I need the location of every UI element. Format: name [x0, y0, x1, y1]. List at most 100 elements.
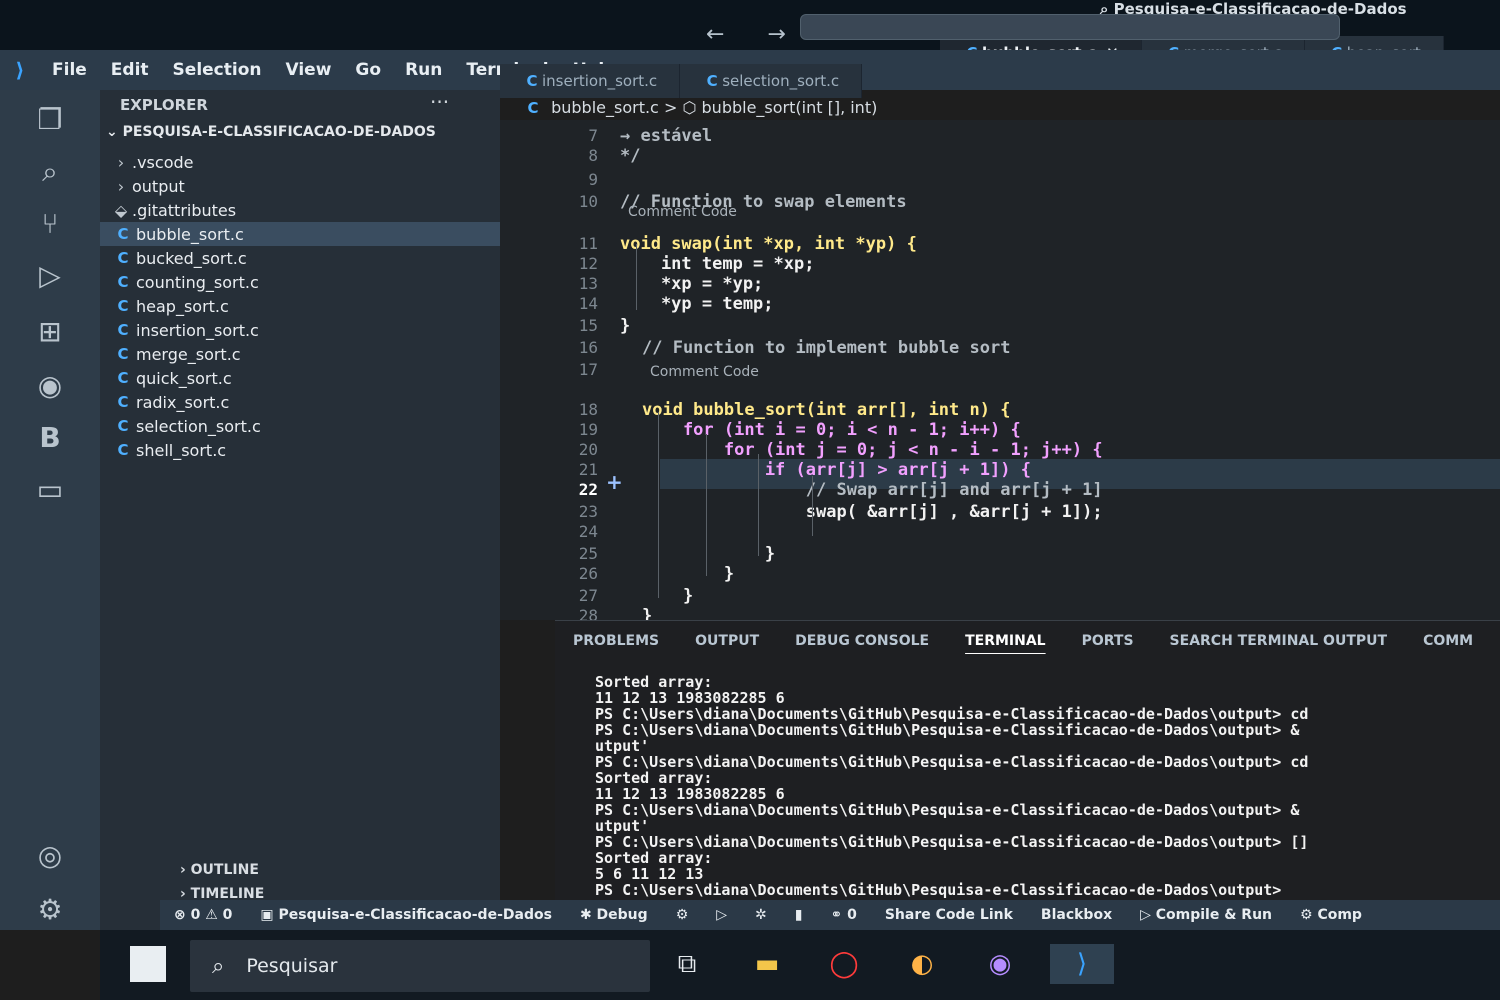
status-trash-icon[interactable]: ▮: [781, 907, 817, 923]
c-file-icon: C: [117, 273, 129, 291]
tree-item-radix-sort[interactable]: C radix_sort.c: [100, 390, 500, 414]
blackbox-status[interactable]: Blackbox: [1027, 907, 1126, 923]
project-label: Pesquisa-e-Classificacao-de-Dados: [278, 907, 552, 923]
line-number: 17: [578, 360, 598, 379]
nav-arrows[interactable]: ← →: [706, 22, 804, 47]
activity-bar: ❐ ⌕ ⑂ ▷ ⊞ ◉ B ▭ ◎ ⚙: [0, 90, 100, 930]
tree-item-merge-sort[interactable]: C merge_sort.c: [100, 342, 500, 366]
menu-go[interactable]: Go: [343, 60, 393, 80]
tree-item-heap-sort[interactable]: C heap_sort.c: [100, 294, 500, 318]
search-icon[interactable]: ⌕: [30, 152, 70, 192]
outline-label: OUTLINE: [190, 862, 259, 878]
tab-terminal[interactable]: TERMINAL: [947, 633, 1064, 649]
c-file-icon: C: [117, 225, 129, 243]
compile-status[interactable]: ⚙ Comp: [1286, 907, 1376, 923]
outline-section[interactable]: › OUTLINE: [180, 862, 259, 878]
tab-problems[interactable]: PROBLEMS: [555, 633, 677, 649]
status-bug-icon[interactable]: ✲: [741, 907, 781, 923]
c-file-icon: C: [706, 72, 718, 90]
code-editor[interactable]: 7 8 9 10 11 12 13 14 15 16 17 18 19 20 21 22 23 24 25 26 27 2…: [500, 120, 1500, 626]
compile-label: Compile & Run: [1155, 907, 1273, 923]
windows-start-icon[interactable]: [130, 946, 166, 982]
tab-comments[interactable]: COMM: [1405, 633, 1491, 649]
search-icon: ⌕: [212, 953, 225, 979]
tree-item-label: selection_sort.c: [136, 416, 261, 436]
breadcrumb-separator: >: [663, 98, 678, 117]
more-actions-icon[interactable]: ···: [430, 90, 449, 114]
symbol-cube-icon: ⬡: [682, 98, 697, 117]
line-number: 25: [578, 544, 598, 563]
compile-run[interactable]: ▷ Compile & Run: [1126, 907, 1286, 923]
tab-output[interactable]: OUTPUT: [677, 633, 777, 649]
folder-icon: ▣: [260, 907, 279, 923]
project-status[interactable]: ▣ Pesquisa-e-Classificacao-de-Dados: [246, 907, 566, 923]
tree-item-label: bucked_sort.c: [136, 248, 247, 268]
taskbar-search[interactable]: ⌕ Pesquisar: [190, 940, 650, 992]
task-view-icon[interactable]: ⧉: [665, 944, 709, 984]
explorer-title: EXPLORER: [120, 96, 208, 114]
explorer-sidebar: EXPLORER ··· ⌄ PESQUISA-E-CLASSIFICACAO-…: [100, 90, 500, 930]
tree-item-vscode[interactable]: › .vscode: [100, 150, 500, 174]
menu-view[interactable]: View: [274, 60, 344, 80]
status-gear-icon[interactable]: ⚙: [662, 907, 703, 923]
run-debug-icon[interactable]: ▷: [30, 256, 70, 296]
tree-item-output[interactable]: › output: [100, 174, 500, 198]
code-line: }: [642, 586, 694, 606]
panel-tabs: PROBLEMS OUTPUT DEBUG CONSOLE TERMINAL P…: [555, 621, 1500, 661]
code-line: // Swap arr[j] and arr[j + 1]: [642, 480, 1103, 500]
account-icon[interactable]: ◎: [30, 836, 70, 876]
status-run-icon[interactable]: ▷: [702, 907, 741, 923]
tree-item-quick-sort[interactable]: C quick_sort.c: [100, 366, 500, 390]
debug-status[interactable]: ✱ Debug: [566, 907, 662, 923]
status-count[interactable]: ⚭ 0: [816, 907, 870, 923]
menu-run[interactable]: Run: [393, 60, 454, 80]
workspace-folder[interactable]: ⌄ PESQUISA-E-CLASSIFICACAO-DE-DADOS: [100, 124, 500, 146]
line-number: 9: [588, 170, 598, 189]
tree-item-label: insertion_sort.c: [136, 320, 259, 340]
problems-status[interactable]: ⊗ 0 ⚠ 0: [160, 907, 246, 923]
menu-file[interactable]: File: [40, 60, 99, 80]
breadcrumb-file[interactable]: bubble_sort.c: [551, 98, 659, 117]
share-code-link[interactable]: Share Code Link: [871, 907, 1027, 923]
tree-item-counting-sort[interactable]: C counting_sort.c: [100, 270, 500, 294]
c-file-icon: C: [117, 249, 129, 267]
tab-insertion-sort[interactable]: C insertion_sort.c: [500, 64, 681, 98]
remote-explorer-icon[interactable]: ▭: [30, 470, 70, 510]
settings-gear-icon[interactable]: ⚙: [30, 890, 70, 930]
tree-item-gitattributes[interactable]: ⬙ .gitattributes: [100, 198, 500, 222]
extensions-icon[interactable]: ⊞: [30, 312, 70, 352]
github-icon[interactable]: ◉: [30, 366, 70, 406]
tree-item-bucked-sort[interactable]: C bucked_sort.c: [100, 246, 500, 270]
debug-label: Debug: [596, 907, 648, 923]
file-explorer-icon[interactable]: ▬: [745, 944, 789, 984]
tree-item-bubble-sort[interactable]: C bubble_sort.c: [100, 222, 500, 246]
tab-label: insertion_sort.c: [542, 72, 658, 90]
explorer-icon[interactable]: ❐: [30, 100, 70, 140]
source-control-icon[interactable]: ⑂: [30, 204, 70, 244]
blackbox-icon[interactable]: B: [30, 418, 70, 458]
menu-selection[interactable]: Selection: [161, 60, 274, 80]
tab-ports[interactable]: PORTS: [1064, 633, 1152, 649]
tab-debug-console[interactable]: DEBUG CONSOLE: [777, 633, 947, 649]
comment-code-lens[interactable]: Comment Code: [628, 204, 737, 220]
code-line: */: [620, 146, 641, 166]
command-center-search[interactable]: [800, 14, 1340, 40]
tree-item-selection-sort[interactable]: C selection_sort.c: [100, 414, 500, 438]
tab-search-terminal-output[interactable]: SEARCH TERMINAL OUTPUT: [1152, 633, 1406, 649]
chevron-right-icon: ›: [117, 152, 125, 172]
github-desktop-icon[interactable]: ◉: [978, 944, 1022, 984]
tree-item-insertion-sort[interactable]: C insertion_sort.c: [100, 318, 500, 342]
tree-item-shell-sort[interactable]: C shell_sort.c: [100, 438, 500, 462]
add-comment-icon[interactable]: +: [606, 470, 623, 494]
menu-edit[interactable]: Edit: [99, 60, 161, 80]
comment-code-lens[interactable]: Comment Code: [650, 364, 759, 380]
opera-icon[interactable]: ◯: [822, 944, 866, 984]
line-number: 7: [588, 126, 598, 145]
tab-selection-sort[interactable]: C selection_sort.c: [680, 64, 863, 98]
app-icon[interactable]: ◐: [900, 944, 944, 984]
code-line: *yp = temp;: [620, 294, 774, 314]
tree-item-label: heap_sort.c: [136, 296, 229, 316]
breadcrumb-symbol[interactable]: bubble_sort(int [], int): [702, 98, 878, 117]
vscode-taskbar-icon[interactable]: ⟩: [1050, 944, 1114, 984]
tree-item-label: merge_sort.c: [136, 344, 241, 364]
